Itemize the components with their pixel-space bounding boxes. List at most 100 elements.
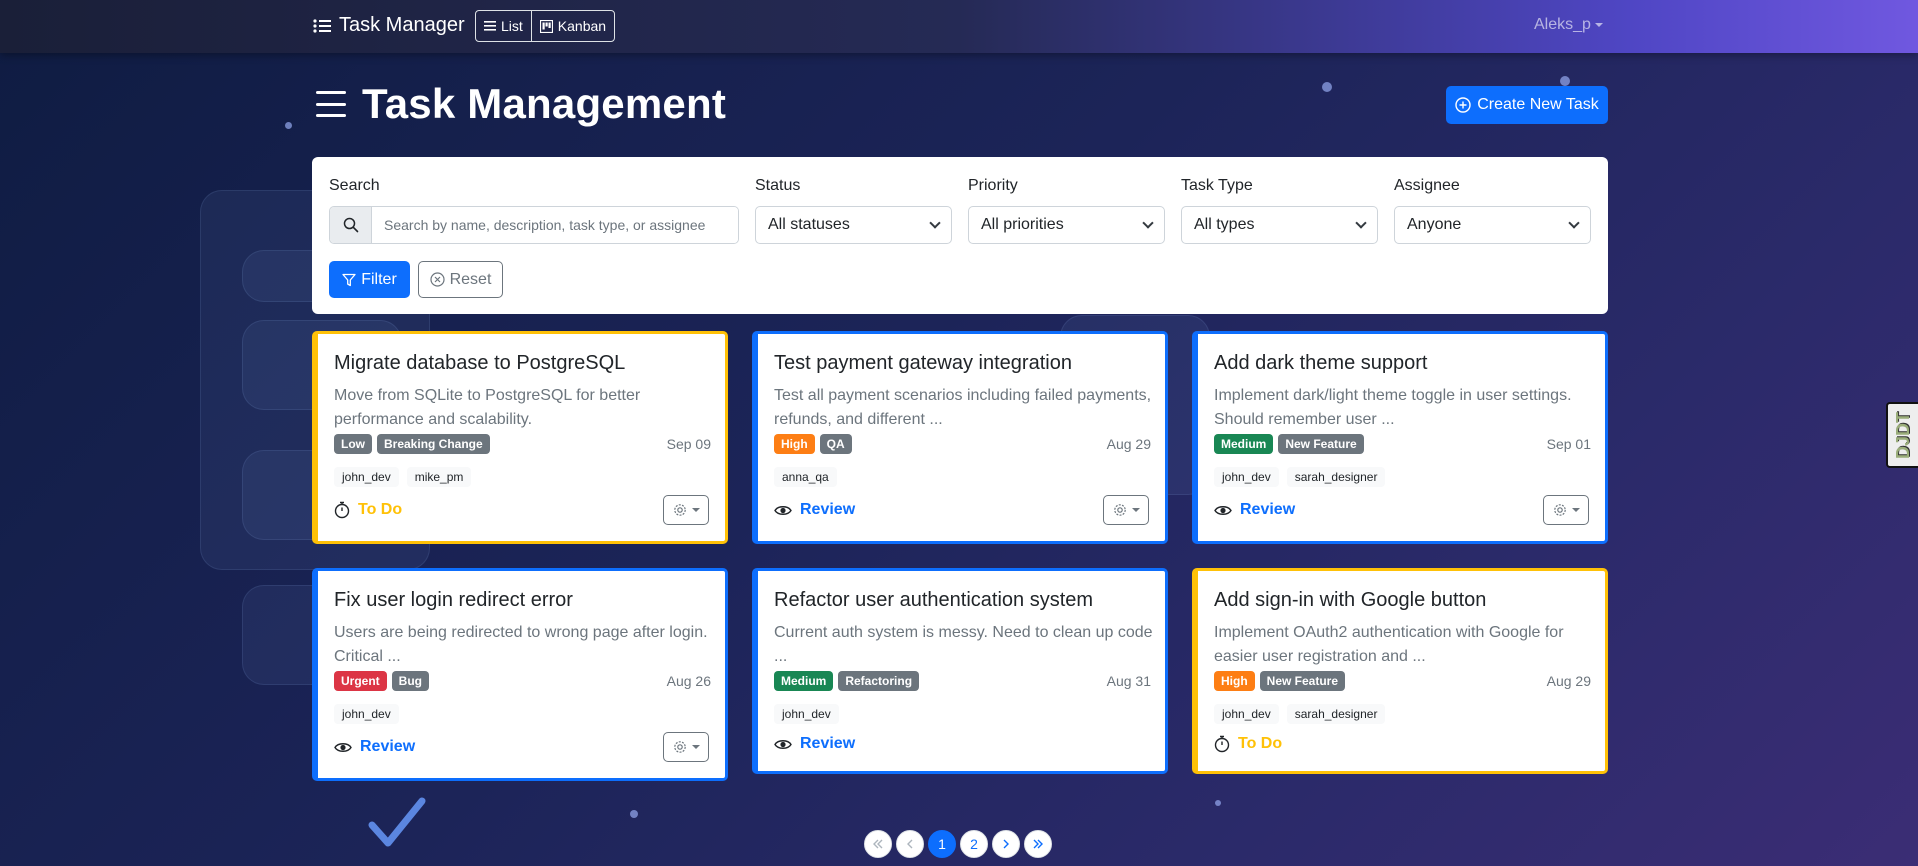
task-title[interactable]: Add dark theme support bbox=[1214, 352, 1427, 375]
assignee-tag: john_dev bbox=[1214, 704, 1279, 724]
task-card[interactable]: Migrate database to PostgreSQL Move from … bbox=[312, 331, 728, 544]
task-assignees: anna_qa bbox=[774, 467, 837, 487]
username: Aleks_p bbox=[1534, 16, 1591, 33]
priority-badge: High bbox=[774, 434, 815, 454]
assignee-select[interactable]: Anyone bbox=[1394, 206, 1591, 244]
task-status: Review bbox=[774, 501, 855, 519]
priority-badge: Medium bbox=[1214, 434, 1274, 454]
first-page-button[interactable] bbox=[864, 830, 892, 858]
gear-icon bbox=[1553, 504, 1566, 516]
task-title[interactable]: Fix user login redirect error bbox=[334, 589, 573, 612]
user-menu-dropdown[interactable]: Aleks_p bbox=[1534, 16, 1603, 34]
next-page-button[interactable] bbox=[992, 830, 1020, 858]
list-view-button[interactable]: List bbox=[476, 11, 531, 41]
task-type-label: Task Type bbox=[1181, 177, 1253, 194]
chevron-double-right-icon bbox=[1033, 839, 1043, 849]
search-addon bbox=[330, 207, 372, 243]
gear-icon bbox=[1113, 504, 1126, 516]
hamburger-menu-icon[interactable] bbox=[316, 91, 346, 117]
caret-down-icon bbox=[1571, 508, 1580, 512]
stopwatch-icon bbox=[1214, 735, 1230, 753]
type-badge: Bug bbox=[391, 671, 429, 691]
caret-down-icon bbox=[1594, 23, 1603, 27]
debug-toolbar-label: DJDT bbox=[1892, 411, 1913, 459]
task-assignees: john_dev mike_pm bbox=[334, 467, 472, 487]
task-card[interactable]: Refactor user authentication system Curre… bbox=[752, 568, 1168, 774]
task-title[interactable]: Add sign-in with Google button bbox=[1214, 589, 1486, 612]
page-2-button[interactable]: 2 bbox=[960, 830, 988, 858]
page-title: Task Management bbox=[362, 80, 726, 127]
search-label: Search bbox=[329, 177, 380, 194]
kanban-view-button[interactable]: Kanban bbox=[530, 11, 614, 41]
assignee-tag: anna_qa bbox=[774, 467, 837, 487]
task-status-label: To Do bbox=[1238, 735, 1283, 752]
last-page-button[interactable] bbox=[1024, 830, 1052, 858]
task-status-label: To Do bbox=[358, 501, 403, 518]
filter-button[interactable]: Filter bbox=[329, 261, 410, 298]
list-icon bbox=[484, 21, 496, 31]
task-due-date: Aug 29 bbox=[1106, 436, 1151, 452]
previous-page-button[interactable] bbox=[896, 830, 924, 858]
search-group bbox=[329, 206, 739, 244]
caret-down-icon bbox=[691, 745, 700, 749]
page-1-button[interactable]: 1 bbox=[928, 830, 956, 858]
task-status: To Do bbox=[334, 501, 402, 519]
task-type-select-value: All types bbox=[1194, 216, 1255, 233]
task-assignees: john_dev bbox=[334, 704, 399, 724]
reset-button-label: Reset bbox=[449, 270, 492, 288]
task-title[interactable]: Refactor user authentication system bbox=[774, 589, 1093, 612]
task-description: Move from SQLite to PostgreSQL for bette… bbox=[334, 387, 641, 428]
task-due-date: Sep 09 bbox=[666, 436, 711, 452]
priority-select[interactable]: All priorities bbox=[968, 206, 1165, 244]
caret-down-icon bbox=[1131, 508, 1140, 512]
create-task-button[interactable]: Create New Task bbox=[1446, 86, 1608, 124]
task-status: Review bbox=[1214, 501, 1295, 519]
gear-icon bbox=[673, 741, 686, 753]
chevron-right-icon bbox=[1003, 839, 1009, 849]
task-due-date: Aug 26 bbox=[666, 673, 711, 689]
type-badge: Breaking Change bbox=[377, 434, 490, 454]
task-card[interactable]: Add dark theme support Implement dark/lig… bbox=[1192, 331, 1608, 544]
task-badges: Low Breaking Change bbox=[334, 434, 490, 454]
search-input[interactable] bbox=[372, 207, 738, 243]
chevron-down-icon bbox=[1568, 217, 1580, 229]
status-select[interactable]: All statuses bbox=[755, 206, 952, 244]
eye-icon bbox=[774, 505, 792, 515]
task-status: To Do bbox=[1214, 735, 1282, 753]
task-actions-dropdown[interactable] bbox=[663, 732, 709, 762]
assignee-tag: sarah_designer bbox=[1286, 467, 1386, 487]
task-actions-dropdown[interactable] bbox=[663, 495, 709, 525]
assignee-label: Assignee bbox=[1394, 177, 1460, 194]
debug-toolbar-handle[interactable]: DJDT bbox=[1886, 402, 1918, 468]
task-actions-dropdown[interactable] bbox=[1543, 495, 1589, 525]
task-status-label: Review bbox=[1240, 501, 1296, 518]
reset-button[interactable]: Reset bbox=[418, 261, 503, 298]
task-actions-dropdown[interactable] bbox=[1103, 495, 1149, 525]
task-status-label: Review bbox=[360, 738, 416, 755]
brand-link[interactable]: Task Manager bbox=[313, 14, 465, 37]
task-status: Review bbox=[774, 735, 855, 753]
caret-down-icon bbox=[691, 508, 700, 512]
top-navbar: Task Manager List Kanban Aleks_p bbox=[0, 0, 1918, 53]
task-badges: Urgent Bug bbox=[334, 671, 429, 691]
task-title[interactable]: Test payment gateway integration bbox=[774, 352, 1072, 375]
task-description: Users are being redirected to wrong page… bbox=[334, 624, 708, 665]
task-card[interactable]: Fix user login redirect error Users are b… bbox=[312, 568, 728, 781]
assignee-tag: john_dev bbox=[334, 704, 399, 724]
priority-badge: Low bbox=[334, 434, 372, 454]
task-due-date: Sep 01 bbox=[1546, 436, 1591, 452]
x-circle-icon bbox=[429, 272, 445, 287]
eye-icon bbox=[1214, 505, 1232, 515]
task-card[interactable]: Test payment gateway integration Test all… bbox=[752, 331, 1168, 544]
task-status: Review bbox=[334, 738, 415, 756]
task-title[interactable]: Migrate database to PostgreSQL bbox=[334, 352, 625, 375]
status-select-value: All statuses bbox=[768, 216, 850, 233]
brand-text: Task Manager bbox=[339, 14, 465, 36]
task-card[interactable]: Add sign-in with Google button Implement … bbox=[1192, 568, 1608, 774]
view-toggle-group: List Kanban bbox=[475, 10, 616, 42]
task-type-select[interactable]: All types bbox=[1181, 206, 1378, 244]
search-icon bbox=[343, 217, 358, 233]
type-badge: Refactoring bbox=[838, 671, 920, 691]
chevron-double-left-icon bbox=[873, 839, 883, 849]
chevron-left-icon bbox=[907, 839, 913, 849]
